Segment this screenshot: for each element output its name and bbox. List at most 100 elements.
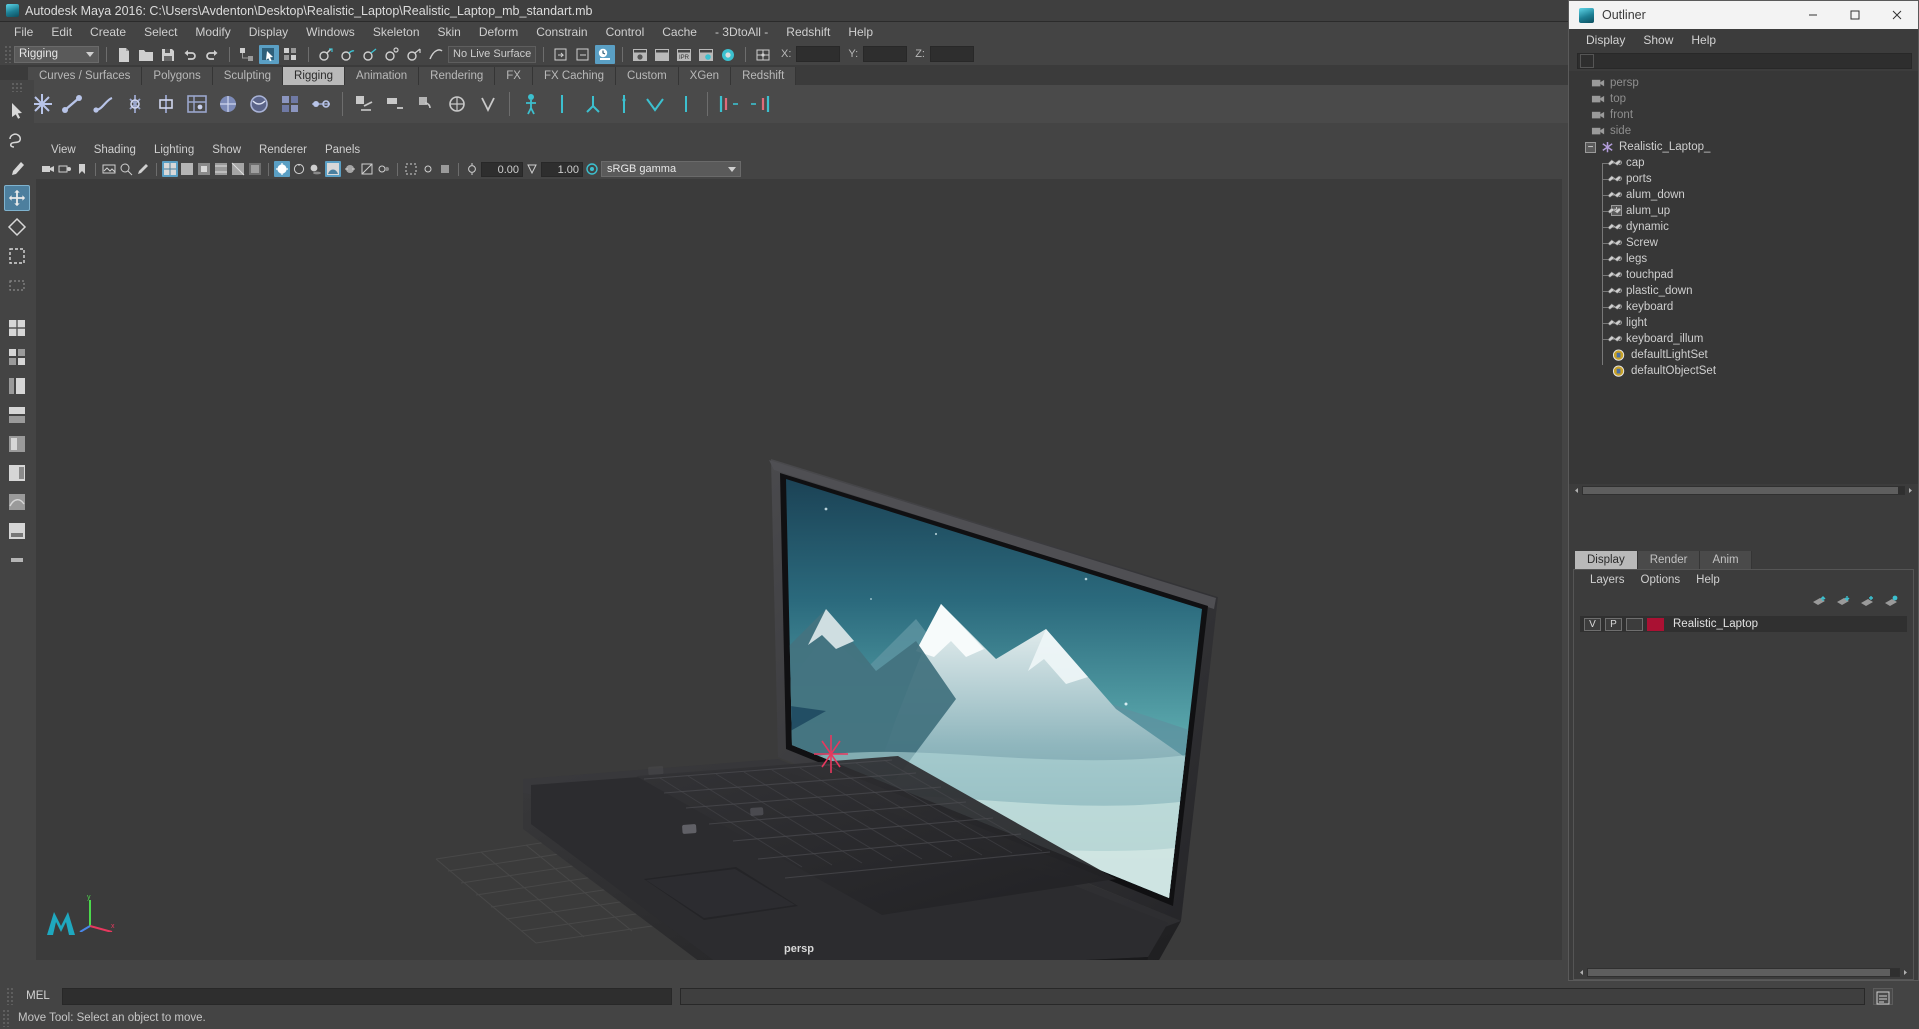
layer-editor-horizontal-scrollbar[interactable] bbox=[1574, 966, 1913, 979]
outliner-item-cap[interactable]: cap bbox=[1569, 155, 1918, 171]
panel-menu-shading[interactable]: Shading bbox=[85, 142, 145, 159]
create-ik-spline-icon[interactable] bbox=[90, 90, 118, 118]
layout-persp-graph-editor-icon[interactable] bbox=[4, 489, 30, 515]
exposure-icon[interactable] bbox=[464, 161, 480, 177]
layer-new-icon[interactable] bbox=[1859, 595, 1875, 608]
helpline-grip[interactable] bbox=[2, 1009, 10, 1027]
pose-editor-icon[interactable] bbox=[672, 90, 700, 118]
smooth-shade-selected-icon[interactable] bbox=[196, 161, 212, 177]
outliner-item-plastic-down[interactable]: plastic_down bbox=[1569, 283, 1918, 299]
layer-row[interactable]: V P Realistic_Laptop bbox=[1580, 616, 1907, 632]
scrollbar-track[interactable] bbox=[1582, 486, 1905, 495]
color-space-dropdown[interactable]: sRGB gamma bbox=[601, 161, 741, 177]
human-ik-icon[interactable] bbox=[548, 90, 576, 118]
select-component-icon[interactable] bbox=[281, 45, 301, 64]
layer-menu-layers[interactable]: Layers bbox=[1582, 570, 1633, 590]
paint-select-tool-icon[interactable] bbox=[4, 156, 30, 182]
select-hierarchy-icon[interactable] bbox=[237, 45, 257, 64]
menu-3dtoall[interactable]: - 3DtoAll - bbox=[706, 22, 777, 43]
command-result-field[interactable] bbox=[680, 987, 1865, 1005]
outliner-item-keyboard[interactable]: keyboard bbox=[1569, 299, 1918, 315]
close-button[interactable] bbox=[1876, 1, 1918, 29]
panel-menu-panels[interactable]: Panels bbox=[316, 142, 369, 159]
camera-attributes-icon[interactable] bbox=[57, 161, 73, 177]
blend-shape-icon[interactable] bbox=[307, 90, 335, 118]
outliner-search-field[interactable] bbox=[1577, 53, 1912, 69]
commandline-grip[interactable] bbox=[6, 987, 14, 1005]
panel-menu-renderer[interactable]: Renderer bbox=[250, 142, 316, 159]
shadows-icon[interactable] bbox=[308, 161, 324, 177]
layout-four-view-icon[interactable] bbox=[4, 344, 30, 370]
bind-skin-icon[interactable] bbox=[121, 90, 149, 118]
menu-modify[interactable]: Modify bbox=[186, 22, 239, 43]
xray-active-components-icon[interactable] bbox=[437, 161, 453, 177]
viewport-3d[interactable]: intel CORE i9 bbox=[36, 179, 1562, 960]
menu-display[interactable]: Display bbox=[240, 22, 297, 43]
depth-of-field-icon[interactable] bbox=[376, 161, 392, 177]
isolate-select-icon[interactable] bbox=[403, 161, 419, 177]
layout-outliner-persp-icon[interactable] bbox=[4, 373, 30, 399]
menu-help[interactable]: Help bbox=[839, 22, 882, 43]
shelf-tab-fx[interactable]: FX bbox=[495, 67, 533, 85]
menu-skeleton[interactable]: Skeleton bbox=[364, 22, 429, 43]
panel-menu-lighting[interactable]: Lighting bbox=[145, 142, 203, 159]
outliner-menu-help[interactable]: Help bbox=[1682, 29, 1725, 51]
outliner-item-touchpad[interactable]: touchpad bbox=[1569, 267, 1918, 283]
shelf-tab-redshift[interactable]: Redshift bbox=[731, 67, 797, 85]
layout-hypershade-persp-icon[interactable] bbox=[4, 431, 30, 457]
menu-control[interactable]: Control bbox=[597, 22, 654, 43]
tab-anim[interactable]: Anim bbox=[1700, 551, 1752, 569]
sculpt-deformer-icon[interactable] bbox=[245, 90, 273, 118]
outliner-item-realistic-laptop[interactable]: − Realistic_Laptop_ bbox=[1569, 139, 1918, 155]
layer-color-swatch[interactable] bbox=[1647, 617, 1664, 631]
save-scene-icon[interactable] bbox=[158, 45, 178, 64]
outliner-titlebar[interactable]: Outliner bbox=[1569, 1, 1918, 29]
paint-skin-weights-icon[interactable] bbox=[152, 90, 180, 118]
menu-windows[interactable]: Windows bbox=[297, 22, 364, 43]
redo-icon[interactable] bbox=[202, 45, 222, 64]
select-camera-icon[interactable] bbox=[40, 161, 56, 177]
layer-shading-toggle[interactable] bbox=[1626, 617, 1643, 631]
use-default-lighting-icon[interactable] bbox=[274, 161, 290, 177]
outliner-item-side[interactable]: side bbox=[1569, 123, 1918, 139]
input-connections-icon[interactable] bbox=[551, 45, 571, 64]
undo-icon[interactable] bbox=[180, 45, 200, 64]
shelf-tab-sculpting[interactable]: Sculpting bbox=[212, 67, 284, 85]
outliner-menu-display[interactable]: Display bbox=[1577, 29, 1634, 51]
skeleton-preset-icon[interactable] bbox=[579, 90, 607, 118]
outliner-item-alum-up[interactable]: + alum_up bbox=[1569, 203, 1918, 219]
render-current-frame-icon[interactable] bbox=[630, 45, 650, 64]
outliner-tree[interactable]: persp top front side − Realistic_Laptop_… bbox=[1569, 71, 1918, 484]
menu-file[interactable]: File bbox=[5, 22, 42, 43]
exposure-field[interactable]: 0.00 bbox=[481, 161, 523, 177]
menuset-dropdown[interactable]: Rigging bbox=[14, 45, 99, 63]
scroll-right-icon[interactable] bbox=[1900, 967, 1911, 978]
toggle-editors-icon[interactable] bbox=[753, 45, 773, 64]
mirror-joint-right-icon[interactable] bbox=[746, 90, 774, 118]
open-scene-icon[interactable] bbox=[136, 45, 156, 64]
color-management-icon[interactable] bbox=[584, 161, 600, 177]
hypershade-icon[interactable] bbox=[718, 45, 738, 64]
statusline-grip[interactable] bbox=[4, 45, 12, 63]
shelf-tab-custom[interactable]: Custom bbox=[616, 67, 679, 85]
layer-move-up-icon[interactable] bbox=[1811, 595, 1827, 608]
outliner-item-screw[interactable]: Screw bbox=[1569, 235, 1918, 251]
layout-persp-outliner-icon[interactable] bbox=[4, 460, 30, 486]
shelf-tab-rendering[interactable]: Rendering bbox=[419, 67, 496, 85]
menu-deform[interactable]: Deform bbox=[470, 22, 527, 43]
select-tool-icon[interactable] bbox=[4, 98, 30, 124]
menu-constrain[interactable]: Constrain bbox=[527, 22, 596, 43]
shelf-tab-animation[interactable]: Animation bbox=[345, 67, 420, 85]
outliner-horizontal-scrollbar[interactable] bbox=[1569, 484, 1918, 497]
gamma-field[interactable]: 1.00 bbox=[541, 161, 583, 177]
layer-visibility-toggle[interactable]: V bbox=[1584, 617, 1601, 631]
render-sequence-icon[interactable] bbox=[652, 45, 672, 64]
outliner-item-dynamic[interactable]: dynamic bbox=[1569, 219, 1918, 235]
shelf-tab-fx-caching[interactable]: FX Caching bbox=[532, 67, 617, 85]
wireframe-on-shaded-icon[interactable] bbox=[213, 161, 229, 177]
scrollbar-track[interactable] bbox=[1587, 968, 1900, 977]
parent-constraint-icon[interactable] bbox=[350, 90, 378, 118]
move-tool-icon[interactable] bbox=[4, 185, 30, 211]
outliner-item-front[interactable]: front bbox=[1569, 107, 1918, 123]
motion-blur-icon[interactable] bbox=[342, 161, 358, 177]
